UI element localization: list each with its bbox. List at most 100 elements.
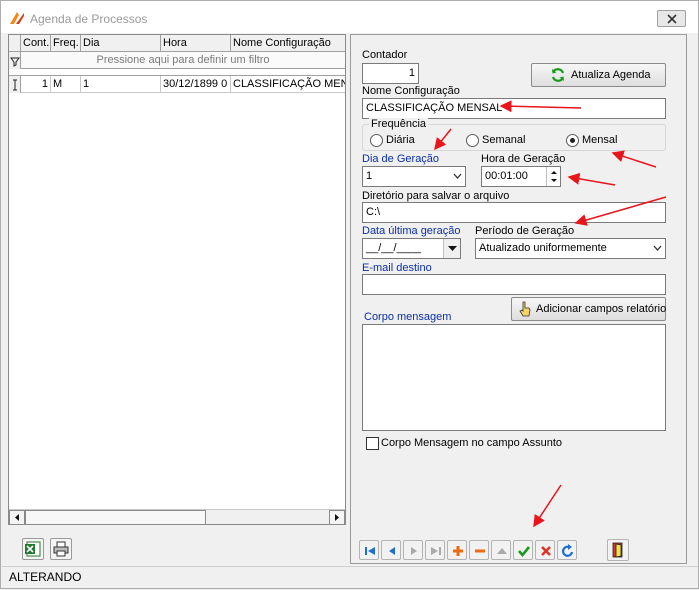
prior-record-icon — [389, 547, 395, 555]
horizontal-scrollbar[interactable] — [9, 509, 345, 525]
contador-label: Contador — [362, 49, 408, 61]
cell-nome[interactable]: CLASSIFICAÇÃO MENSAL — [231, 76, 345, 93]
minus-icon — [475, 549, 485, 553]
refresh-arrow-icon — [561, 544, 574, 557]
print-icon — [53, 541, 69, 557]
nav-insert-button[interactable] — [447, 540, 467, 560]
dia-geracao-label: Dia de Geração — [362, 153, 440, 165]
exit-door-icon — [612, 542, 623, 558]
nome-configuracao-label: Nome Configuração — [362, 85, 460, 97]
chevron-down-icon — [653, 245, 662, 251]
radio-mensal-label[interactable]: Mensal — [582, 134, 617, 146]
dia-geracao-value: 1 — [366, 170, 373, 182]
column-header-dia[interactable]: Dia — [81, 35, 161, 52]
column-header-nome[interactable]: Nome Configuração — [231, 35, 345, 52]
nome-configuracao-field[interactable]: CLASSIFICAÇÃO MENSAL — [362, 98, 666, 119]
chevron-down-icon — [448, 246, 457, 251]
first-record-icon — [365, 547, 375, 555]
email-destino-field[interactable] — [362, 274, 666, 295]
radio-semanal-circle[interactable] — [466, 134, 479, 147]
diretorio-label: Diretório para salvar o arquivo — [362, 190, 510, 202]
scroll-thumb[interactable] — [25, 510, 206, 525]
column-header-freq[interactable]: Freq. — [51, 35, 81, 52]
cell-dia[interactable]: 1 — [81, 76, 161, 93]
filter-row[interactable]: Pressione aqui para definir um filtro — [9, 52, 345, 69]
checkmark-icon — [518, 546, 531, 558]
hora-geracao-field[interactable]: 00:01:00 — [481, 166, 561, 187]
periodo-geracao-label: Período de Geração — [475, 225, 575, 237]
radio-diaria-circle[interactable] — [370, 134, 383, 147]
status-text: ALTERANDO — [9, 570, 82, 584]
corpo-assunto-label[interactable]: Corpo Mensagem no campo Assunto — [381, 437, 562, 449]
adicionar-campos-label: Adicionar campos relatório — [536, 303, 667, 315]
export-excel-button[interactable] — [22, 538, 44, 560]
scroll-right-button[interactable] — [329, 510, 345, 525]
next-record-icon — [411, 547, 417, 555]
cancel-x-icon — [541, 546, 551, 556]
atualiza-agenda-button[interactable]: Atualiza Agenda — [531, 63, 666, 87]
spinner-arrows-icon — [551, 171, 557, 182]
nav-post-button[interactable] — [513, 540, 533, 560]
radio-diaria-label[interactable]: Diária — [386, 134, 415, 146]
plus-icon — [453, 546, 463, 556]
close-icon — [667, 14, 677, 24]
nav-last-button[interactable] — [425, 540, 445, 560]
window-title: Agenda de Processos — [30, 12, 148, 26]
contador-field[interactable]: 1 — [362, 63, 419, 84]
exit-button[interactable] — [607, 539, 629, 561]
periodo-geracao-select[interactable]: Atualizado uniformemente — [475, 238, 666, 259]
cell-freq[interactable]: M — [51, 76, 81, 93]
hora-geracao-label: Hora de Geração — [481, 153, 566, 165]
corpo-mensagem-label: Corpo mensagem — [364, 311, 452, 323]
table-row[interactable]: 1 M 1 30/12/1899 0 CLASSIFICAÇÃO MENSAL — [9, 76, 345, 93]
hand-pointer-icon — [519, 301, 531, 317]
data-ultima-geracao-field[interactable]: __/__/____ — [362, 238, 461, 259]
main-window: Agenda de Processos Cont. Freq. Dia Hora… — [0, 0, 699, 589]
hora-geracao-value: 00:01:00 — [485, 170, 528, 182]
scroll-right-icon — [335, 514, 339, 521]
periodo-geracao-value: Atualizado uniformemente — [479, 242, 607, 254]
nav-next-button[interactable] — [403, 540, 423, 560]
nav-prior-button[interactable] — [381, 540, 401, 560]
form-panel: Contador 1 Atualiza Agenda Nome Configur… — [350, 34, 687, 564]
filter-icon — [9, 52, 21, 69]
radio-mensal-circle[interactable] — [566, 134, 579, 147]
print-button[interactable] — [50, 538, 72, 560]
close-button[interactable] — [657, 10, 686, 27]
scroll-left-icon — [15, 514, 19, 521]
edit-up-icon — [497, 548, 507, 554]
corpo-mensagem-field[interactable] — [362, 324, 666, 431]
checkbox-box[interactable] — [366, 437, 379, 450]
atualiza-agenda-label: Atualiza Agenda — [571, 69, 651, 81]
filter-hint: Pressione aqui para definir um filtro — [96, 54, 270, 66]
adicionar-campos-button[interactable]: Adicionar campos relatório — [511, 297, 666, 321]
excel-icon — [25, 541, 41, 557]
edit-cursor-icon — [9, 76, 21, 93]
refresh-icon — [551, 68, 565, 82]
email-destino-label: E-mail destino — [362, 262, 432, 274]
app-logo-icon — [9, 10, 25, 26]
process-grid[interactable]: Cont. Freq. Dia Hora Nome Configuração P… — [8, 34, 346, 525]
title-bar: Agenda de Processos — [1, 1, 698, 33]
nav-refresh-button[interactable] — [557, 540, 577, 560]
nav-edit-button[interactable] — [491, 540, 511, 560]
scroll-left-button[interactable] — [9, 510, 25, 525]
radio-semanal-label[interactable]: Semanal — [482, 134, 525, 146]
cell-cont[interactable]: 1 — [21, 76, 51, 93]
last-record-icon — [431, 547, 441, 555]
nav-delete-button[interactable] — [469, 540, 489, 560]
column-header-cont[interactable]: Cont. — [21, 35, 51, 52]
nav-first-button[interactable] — [359, 540, 379, 560]
hora-spinner[interactable] — [546, 167, 560, 186]
grid-header: Cont. Freq. Dia Hora Nome Configuração — [9, 35, 345, 52]
nav-cancel-button[interactable] — [535, 540, 555, 560]
column-header-hora[interactable]: Hora — [161, 35, 231, 52]
diretorio-field[interactable]: C:\ — [362, 202, 666, 223]
data-ultima-geracao-value: __/__/____ — [366, 242, 422, 254]
chevron-down-icon — [453, 173, 462, 179]
cell-hora[interactable]: 30/12/1899 0 — [161, 76, 231, 93]
dia-geracao-select[interactable]: 1 — [362, 166, 466, 187]
date-picker-button[interactable] — [443, 239, 460, 258]
frequencia-label: Frequência — [369, 118, 429, 130]
data-ultima-geracao-label: Data última geração — [362, 225, 461, 237]
